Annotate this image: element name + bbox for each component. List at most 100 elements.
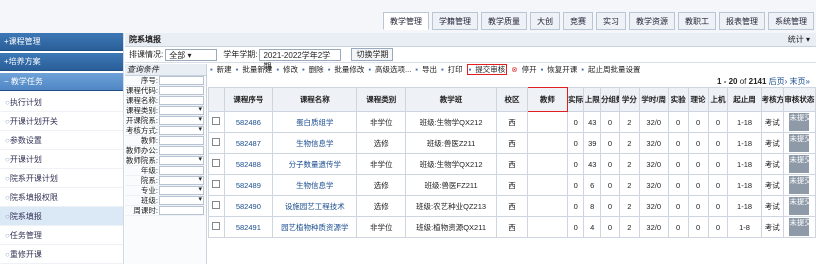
row-checkbox[interactable] bbox=[212, 117, 221, 125]
column-header[interactable]: 理论 bbox=[687, 87, 709, 112]
table-cell[interactable]: 生物信息学 bbox=[272, 174, 358, 196]
toolbar-button-12[interactable]: ▪ 起止周批量设置 bbox=[581, 65, 640, 74]
sidebar-group-training-plan[interactable]: +培养方案 bbox=[0, 53, 123, 71]
term-input[interactable]: 2021-2022学年2学期 bbox=[259, 48, 342, 71]
column-header[interactable]: 上限 bbox=[583, 87, 602, 112]
row-checkbox-cell[interactable] bbox=[208, 174, 225, 196]
row-checkbox-cell[interactable] bbox=[208, 195, 225, 217]
column-header[interactable]: 学时/周 bbox=[638, 87, 669, 112]
row-checkbox[interactable] bbox=[212, 201, 221, 209]
table-row[interactable]: 582491 园艺植物种质资源学 非学位 班级:植物资源QX211 西 0 4 0 2 32/0 0… bbox=[208, 216, 816, 238]
tab-3[interactable]: 教学质量 bbox=[481, 12, 527, 30]
column-header[interactable]: 课程类别 bbox=[356, 87, 407, 112]
tab-1[interactable]: 教学管理 bbox=[383, 12, 429, 30]
table-cell[interactable]: 设施园艺工程技术 bbox=[272, 195, 358, 217]
statistics-menu[interactable]: 统计 ▾ bbox=[788, 33, 810, 47]
column-header[interactable]: 学分 bbox=[618, 87, 640, 112]
row-checkbox-cell[interactable] bbox=[208, 111, 225, 133]
next-page-link[interactable]: 后页› 末页» bbox=[769, 77, 810, 86]
toolbar-button-8[interactable]: ▪ 打印 bbox=[441, 65, 463, 74]
column-header[interactable]: 校区 bbox=[495, 87, 528, 112]
row-checkbox[interactable] bbox=[212, 159, 221, 167]
query-field-input[interactable] bbox=[159, 206, 204, 215]
column-header[interactable]: 实验 bbox=[667, 87, 689, 112]
query-field-input[interactable] bbox=[159, 146, 204, 155]
schedule-filter-select[interactable]: 全部 ▾ bbox=[165, 48, 218, 61]
table-row[interactable]: 582488 分子数量遗传学 非学位 班级:生物学QX212 西 0 43 0 2 32/0 0 0 0… bbox=[208, 153, 816, 175]
column-header[interactable]: 教师 bbox=[526, 87, 568, 112]
tab-10[interactable]: 系统管理 bbox=[768, 12, 814, 30]
tab-9[interactable]: 报表管理 bbox=[719, 12, 765, 30]
toolbar-button-7[interactable]: ▪ 导出 bbox=[415, 65, 437, 74]
toolbar-button-4[interactable]: ▪ 删除 bbox=[302, 65, 324, 74]
toolbar-button-10[interactable]: ⊗ 停开 bbox=[511, 65, 536, 74]
toolbar-button-5[interactable]: ▪ 批量修改 bbox=[328, 65, 365, 74]
table-cell[interactable]: 582488 bbox=[223, 153, 274, 175]
column-header[interactable]: 课程序号 bbox=[223, 87, 274, 112]
toolbar-button-3[interactable]: ▪ 修改 bbox=[276, 65, 298, 74]
table-cell[interactable]: 蛋白质组学 bbox=[272, 111, 358, 133]
sidebar-item-6[interactable]: ○院系填报权限 bbox=[0, 188, 123, 207]
tab-8[interactable]: 教职工 bbox=[678, 12, 716, 30]
toolbar-button-11[interactable]: ▪ 恢复开课 bbox=[541, 65, 578, 74]
query-field-input[interactable] bbox=[159, 115, 204, 125]
sidebar-item-2[interactable]: ○开课计划开关 bbox=[0, 112, 123, 131]
toolbar-button-6[interactable]: ▪ 高级选项... bbox=[368, 65, 411, 74]
tab-4[interactable]: 大创 bbox=[530, 12, 560, 30]
query-field-input[interactable] bbox=[159, 125, 204, 135]
sidebar-item-7[interactable]: ○院系填报 bbox=[0, 207, 123, 226]
query-field-input[interactable] bbox=[159, 185, 204, 195]
query-field-input[interactable] bbox=[159, 136, 204, 145]
query-field-input[interactable] bbox=[159, 76, 204, 85]
sidebar-item-3[interactable]: ○参数设置 bbox=[0, 131, 123, 150]
column-header[interactable]: 实际 bbox=[566, 87, 585, 112]
toolbar-button-1[interactable]: ▪ 新建 bbox=[210, 65, 232, 74]
query-field-input[interactable] bbox=[159, 86, 204, 95]
toolbar-button-2[interactable]: ▪ 批量新建 bbox=[236, 65, 273, 74]
tab-5[interactable]: 竞赛 bbox=[563, 12, 593, 30]
column-header[interactable]: 分组数 bbox=[600, 87, 620, 112]
table-cell[interactable]: 582487 bbox=[223, 132, 274, 154]
query-field-input[interactable] bbox=[159, 195, 204, 205]
row-checkbox[interactable] bbox=[212, 138, 221, 146]
table-cell[interactable]: 园艺植物种质资源学 bbox=[272, 216, 358, 238]
table-cell[interactable]: 582486 bbox=[223, 111, 274, 133]
sidebar-item-5[interactable]: ○院系开课计划 bbox=[0, 169, 123, 188]
switch-term-button[interactable]: 切换学期 bbox=[351, 48, 394, 61]
column-header[interactable]: 起止周 bbox=[727, 87, 762, 112]
column-header[interactable]: 上机 bbox=[707, 87, 729, 112]
sidebar-group-course-management[interactable]: +课程管理 bbox=[0, 33, 123, 51]
column-header[interactable]: 审核状态 bbox=[782, 87, 816, 112]
table-cell[interactable]: 582491 bbox=[223, 216, 274, 238]
table-row[interactable]: 582490 设施园艺工程技术 选修 班级:农艺种业QZ213 西 0 8 0 2 32/0 0 0 0… bbox=[208, 195, 816, 217]
table-row[interactable]: 582486 蛋白质组学 非学位 班级:生物学QX212 西 0 43 0 2 32/0 0 0 0 1-… bbox=[208, 111, 816, 133]
query-field-input[interactable] bbox=[159, 175, 204, 185]
row-checkbox-cell[interactable] bbox=[208, 216, 225, 238]
tab-2[interactable]: 学籍管理 bbox=[432, 12, 478, 30]
table-cell[interactable]: 分子数量遗传学 bbox=[272, 153, 358, 175]
row-checkbox-cell[interactable] bbox=[208, 153, 225, 175]
row-checkbox[interactable] bbox=[212, 180, 221, 188]
row-checkbox-cell[interactable] bbox=[208, 132, 225, 154]
column-header[interactable]: 考核方式 bbox=[760, 87, 784, 112]
table-cell[interactable]: 生物信息学 bbox=[272, 132, 358, 154]
query-field-input[interactable] bbox=[159, 105, 204, 115]
column-header[interactable]: 教学班 bbox=[405, 87, 497, 112]
query-field-input[interactable] bbox=[159, 166, 204, 175]
tab-6[interactable]: 实习 bbox=[596, 12, 626, 30]
sidebar-group-teaching-task[interactable]: − 教学任务 bbox=[0, 73, 123, 91]
table-cell[interactable]: 582490 bbox=[223, 195, 274, 217]
column-header[interactable]: 课程名称 bbox=[272, 87, 358, 112]
sidebar-item-9[interactable]: ○重修开课 bbox=[0, 245, 123, 264]
sidebar-item-4[interactable]: ○开课计划 bbox=[0, 150, 123, 169]
sidebar-item-8[interactable]: ○任务管理 bbox=[0, 226, 123, 245]
query-field-input[interactable] bbox=[159, 155, 204, 165]
query-field-input[interactable] bbox=[159, 96, 204, 105]
table-row[interactable]: 582487 生物信息学 选修 班级:兽医Z211 西 0 39 0 2 32/0 0 0 0 1-18 考… bbox=[208, 132, 816, 154]
toolbar-button-9[interactable]: ▪ 提交审核 bbox=[466, 64, 508, 75]
table-row[interactable]: 582489 生物信息学 选修 班级:兽医FZ211 西 0 6 0 2 32/0 0 0 0 1-18 考… bbox=[208, 174, 816, 196]
table-cell[interactable]: 582489 bbox=[223, 174, 274, 196]
tab-7[interactable]: 教学资源 bbox=[629, 12, 675, 30]
sidebar-item-1[interactable]: ○执行计划 bbox=[0, 93, 123, 112]
row-checkbox[interactable] bbox=[212, 222, 221, 230]
